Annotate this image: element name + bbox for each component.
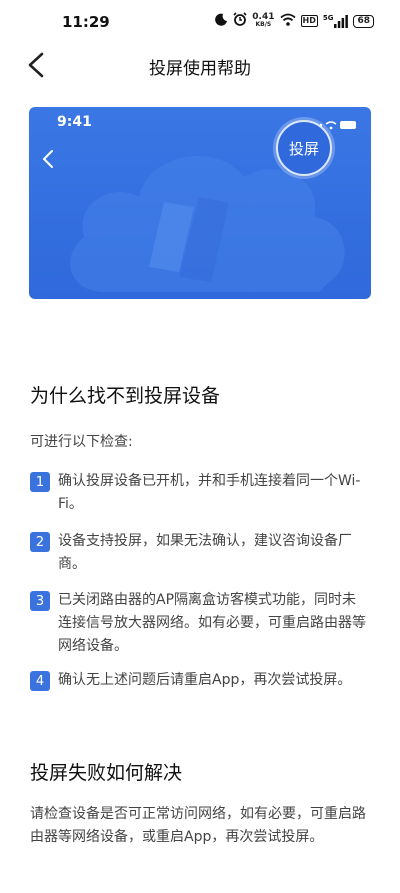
- cast-button-illustration: 投屏: [276, 120, 332, 176]
- checklist-intro: 可进行以下检查:: [30, 434, 133, 450]
- status-time: 11:29: [62, 13, 110, 31]
- step-text: 设备支持投屏，如果无法确认，建议咨询设备厂商。: [58, 533, 352, 572]
- list-item: 3 已关闭路由器的AP隔离盒访客模式功能，同时未连接信号放大器网络。如有必要，可…: [30, 589, 375, 658]
- wifi-icon: [279, 13, 296, 30]
- step-number-badge: 1: [30, 472, 50, 492]
- cellular-signal-icon: 5G: [322, 13, 349, 28]
- nav-bar: 投屏使用帮助: [0, 44, 400, 84]
- network-speed: 0.41 KB/S: [252, 13, 274, 29]
- step-number-badge: 2: [30, 532, 50, 552]
- step-number-badge: 3: [30, 591, 50, 611]
- do-not-disturb-moon-icon: [215, 13, 228, 30]
- section-title-cast-failure: 投屏失败如何解决: [30, 762, 183, 784]
- list-item: 1 确认投屏设备已开机，并和手机连接着同一个Wi-Fi。: [30, 470, 375, 516]
- alarm-clock-icon: [233, 12, 247, 30]
- banner-back-icon: [41, 149, 55, 173]
- banner-phone-time: 9:41: [57, 114, 92, 130]
- status-bar: 11:29 0.41 KB/S HD 5G 68: [0, 0, 400, 44]
- step-text: 已关闭路由器的AP隔离盒访客模式功能，同时未连接信号放大器网络。如有必要，可重启…: [58, 592, 366, 654]
- network-type: 5G: [322, 13, 334, 22]
- section-title-cannot-find-device: 为什么找不到投屏设备: [30, 385, 221, 407]
- step-text: 确认投屏设备已开机，并和手机连接着同一个Wi-Fi。: [58, 473, 361, 512]
- list-item: 4 确认无上述问题后请重启App，再次尝试投屏。: [30, 669, 375, 692]
- page-title: 投屏使用帮助: [149, 59, 251, 79]
- hd-badge: HD: [300, 15, 318, 27]
- step-text: 确认无上述问题后请重启App，再次尝试投屏。: [58, 672, 352, 688]
- cast-illustration-banner: 9:41 投屏: [29, 107, 371, 299]
- status-icons: 0.41 KB/S HD 5G 68: [215, 12, 374, 30]
- network-speed-unit: KB/S: [255, 21, 272, 28]
- list-item: 2 设备支持投屏，如果无法确认，建议咨询设备厂商。: [30, 530, 375, 576]
- battery-indicator: 68: [353, 14, 374, 28]
- cast-failure-explanation: 请检查设备是否可正常访问网络，如有必要，可重启路由器等网络设备，或重启App，再…: [30, 806, 366, 845]
- step-number-badge: 4: [30, 671, 50, 691]
- network-speed-value: 0.41: [252, 12, 275, 22]
